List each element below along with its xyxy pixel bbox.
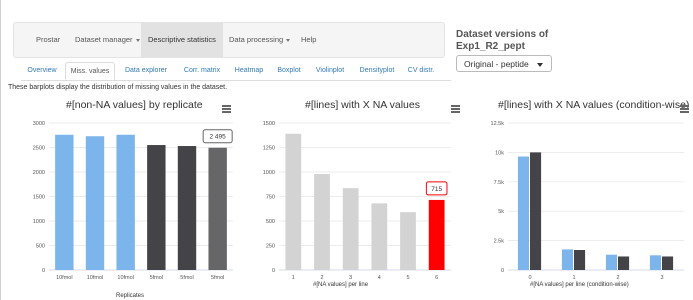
tab-boxplot[interactable]: Boxplot bbox=[272, 62, 306, 80]
tab-corr-matrix[interactable]: Corr. matrix bbox=[177, 62, 227, 80]
bar bbox=[605, 254, 617, 270]
chevron-down-icon bbox=[135, 38, 140, 42]
tooltip-text: 715 bbox=[431, 186, 442, 193]
tab-miss-values[interactable]: Miss. values bbox=[65, 62, 115, 80]
x-tick-label: 5 bbox=[406, 275, 409, 281]
y-tick-label: 1250 bbox=[263, 146, 275, 152]
bar bbox=[342, 188, 359, 270]
bar bbox=[400, 212, 416, 270]
y-tick-label: 3000 bbox=[33, 121, 45, 127]
version-select[interactable]: Original - peptide bbox=[456, 55, 552, 72]
x-tick-label: 10fmol bbox=[117, 275, 134, 281]
x-tick-label: 5fmol bbox=[150, 275, 163, 281]
chart-lines-with-na-condition-wise: #[lines] with X NA values (condition-wis… bbox=[466, 96, 693, 300]
bar bbox=[285, 133, 302, 270]
y-tick-label: 500 bbox=[36, 244, 45, 250]
y-tick-label: 1000 bbox=[33, 219, 45, 225]
tab-heatmap[interactable]: Heatmap bbox=[229, 62, 269, 80]
chevron-down-icon bbox=[286, 38, 291, 42]
x-tick-label: 1 bbox=[292, 275, 295, 281]
dataset-versions-heading: Dataset versions of Exp1_R2_pept bbox=[456, 29, 548, 53]
x-tick-label: 1 bbox=[572, 275, 575, 281]
bar bbox=[561, 249, 573, 270]
x-tick-label: 10fmol bbox=[87, 275, 104, 281]
y-tick-label: 250 bbox=[266, 244, 275, 250]
top-navbar: Prostar Dataset manager Descriptive stat… bbox=[13, 22, 445, 58]
x-axis-label: Replicates bbox=[116, 293, 145, 299]
y-tick-label: 500 bbox=[266, 219, 275, 225]
bar bbox=[208, 147, 227, 270]
x-tick-label: 0 bbox=[528, 275, 531, 281]
bar bbox=[147, 145, 166, 270]
y-tick-label: 2000 bbox=[33, 170, 45, 176]
nav-descriptive-statistics[interactable]: Descriptive statistics bbox=[141, 23, 223, 57]
y-tick-label: 0 bbox=[272, 268, 275, 274]
x-axis-label: #[NA values] per line (condition-wise) bbox=[530, 282, 629, 288]
bar bbox=[618, 256, 630, 270]
bar bbox=[428, 199, 445, 270]
x-tick-label: 5fmol bbox=[180, 275, 193, 281]
y-tick-label: 2.5k bbox=[494, 239, 505, 245]
dataset-versions-title: Dataset versions of bbox=[456, 29, 549, 40]
statistics-tabs: Overview Miss. values Data explorer Corr… bbox=[21, 62, 451, 81]
x-tick-label: 2 bbox=[616, 275, 619, 281]
y-tick-label: 5k bbox=[498, 209, 504, 215]
bar bbox=[574, 250, 586, 270]
nav-help-label: Help bbox=[301, 35, 317, 44]
bar bbox=[517, 156, 529, 270]
tab-densityplot[interactable]: Densityplot bbox=[353, 62, 401, 80]
bar bbox=[662, 256, 674, 270]
dataset-name: Exp1_R2_pept bbox=[456, 41, 525, 52]
chart-plot-area: 0 2.5k 5k 7.5k 10k 12.5k 0 1 2 3 bbox=[491, 121, 684, 281]
y-tick-label: 0 bbox=[42, 268, 45, 274]
nav-descriptive-statistics-label: Descriptive statistics bbox=[148, 35, 216, 44]
tab-cv-distr[interactable]: CV distr. bbox=[403, 62, 439, 80]
nav-brand-label: Prostar bbox=[36, 35, 61, 44]
x-tick-label: 6 bbox=[435, 275, 438, 281]
bar bbox=[649, 255, 661, 270]
bar bbox=[116, 134, 135, 270]
nav-data-processing-label: Data processing bbox=[229, 35, 284, 44]
y-tick-label: 2500 bbox=[33, 146, 45, 152]
tooltip-text: 2 495 bbox=[210, 134, 227, 141]
tab-violinplot[interactable]: Violinplot bbox=[309, 62, 351, 80]
chevron-down-icon bbox=[536, 62, 543, 67]
bar bbox=[55, 134, 74, 270]
app-frame: Prostar Dataset manager Descriptive stat… bbox=[0, 0, 693, 300]
x-axis-label: #[NA values] per line bbox=[313, 282, 369, 288]
nav-data-processing[interactable]: Data processing bbox=[229, 23, 291, 57]
bar bbox=[314, 173, 330, 270]
nav-dataset-manager-label: Dataset manager bbox=[75, 35, 133, 44]
bar bbox=[530, 152, 542, 270]
x-tick-label: 3 bbox=[349, 275, 352, 281]
y-tick-label: 750 bbox=[266, 195, 275, 201]
tab-overview[interactable]: Overview bbox=[21, 62, 63, 80]
y-tick-label: 1500 bbox=[33, 195, 45, 201]
version-select-value: Original - peptide bbox=[464, 59, 529, 69]
x-tick-label: 4 bbox=[378, 275, 381, 281]
description-text: These barplots display the distribution … bbox=[8, 84, 228, 91]
nav-brand[interactable]: Prostar bbox=[36, 23, 60, 57]
x-tick-label: 3 bbox=[660, 275, 663, 281]
y-tick-label: 0 bbox=[501, 268, 504, 274]
y-tick-label: 10k bbox=[495, 150, 504, 156]
bar bbox=[371, 203, 388, 270]
y-tick-label: 1000 bbox=[263, 170, 275, 176]
x-tick-label: 2 bbox=[320, 275, 323, 281]
nav-dataset-manager[interactable]: Dataset manager bbox=[75, 23, 140, 57]
y-tick-label: 7.5k bbox=[494, 180, 505, 186]
x-tick-label: 10fmol bbox=[56, 275, 73, 281]
chart-plot-area: 0 500 1000 1500 2000 2500 3000 10fmol 10fmol 10fm… bbox=[33, 121, 233, 281]
tab-data-explorer[interactable]: Data explorer bbox=[117, 62, 175, 80]
chart-non-na-by-replicate: #[non-NA values] by replicate 0 500 1000 15… bbox=[1, 96, 241, 300]
bar bbox=[85, 136, 105, 270]
nav-help[interactable]: Help bbox=[301, 23, 316, 57]
chart-lines-with-na: #[lines] with X NA values 0 250 500 750 1000… bbox=[241, 96, 466, 300]
chart-plot-area: 0 250 500 750 1000 1250 1500 1 2 3 4 5 6 715 bbox=[263, 121, 451, 281]
bar bbox=[177, 146, 197, 270]
x-tick-label: 5fmol bbox=[211, 275, 224, 281]
y-tick-label: 12.5k bbox=[491, 121, 505, 127]
y-tick-label: 1500 bbox=[263, 121, 275, 127]
